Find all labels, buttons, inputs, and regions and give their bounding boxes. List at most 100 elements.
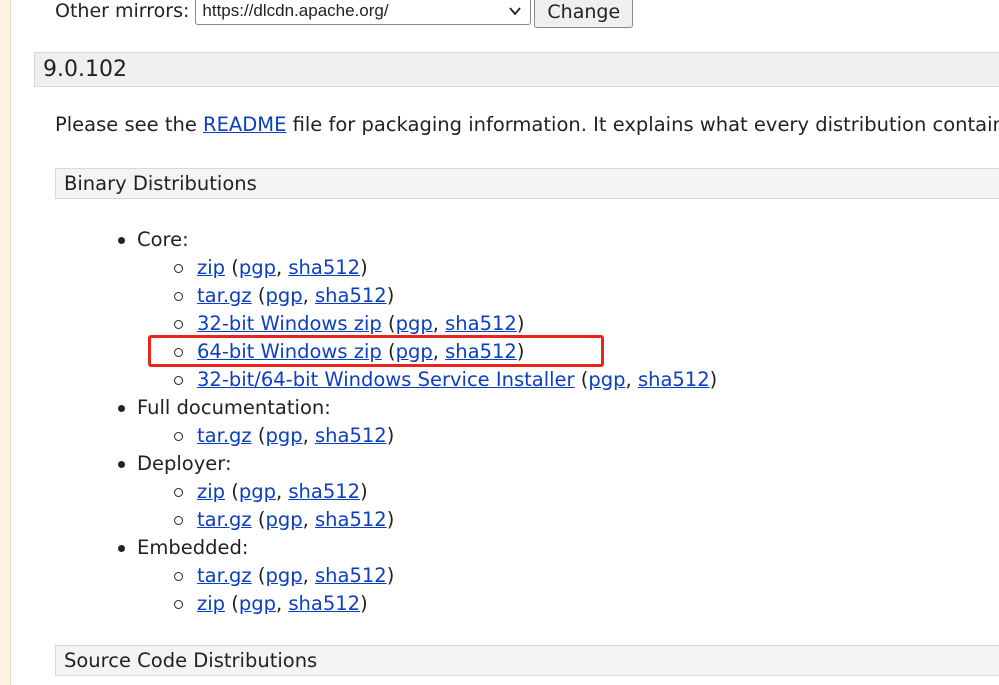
pgp-link[interactable]: pgp (239, 256, 276, 279)
list-punctuation: ( (381, 312, 396, 335)
sha512-link[interactable]: sha512 (288, 592, 360, 615)
list-punctuation: , (625, 368, 638, 391)
binary-distributions-heading: Binary Distributions (55, 168, 999, 199)
sha512-link[interactable]: sha512 (445, 312, 517, 335)
pgp-link[interactable]: pgp (265, 564, 302, 587)
change-mirror-button[interactable]: Change (534, 0, 634, 28)
sha512-link[interactable]: sha512 (315, 508, 387, 531)
list-punctuation: , (275, 256, 289, 279)
download-link[interactable]: tar.gz (197, 284, 252, 307)
list-punctuation: ) (386, 284, 395, 307)
list-punctuation: ) (386, 424, 395, 447)
list-item: zip (pgp, sha512) (174, 254, 368, 282)
list-punctuation: ( (225, 480, 239, 503)
list-punctuation: ( (225, 592, 239, 615)
group-row: Embedded: (118, 534, 249, 562)
intro-text: Please see the README file for packaging… (55, 113, 999, 136)
list-punctuation: ( (251, 284, 266, 307)
list-punctuation: , (432, 312, 446, 335)
download-link[interactable]: zip (197, 592, 225, 615)
circle-bullet-icon (174, 488, 183, 497)
source-code-distributions-heading: Source Code Distributions (55, 645, 999, 676)
list-item: 32-bit/64-bit Windows Service Installer … (174, 366, 718, 394)
list-punctuation: , (432, 340, 446, 363)
group-label: Full documentation: (137, 396, 331, 419)
circle-bullet-icon (174, 572, 183, 581)
pgp-link[interactable]: pgp (265, 284, 302, 307)
chevron-down-icon (509, 7, 522, 16)
sha512-link[interactable]: sha512 (315, 564, 387, 587)
list-punctuation: ) (386, 508, 395, 531)
sha512-link[interactable]: sha512 (288, 256, 360, 279)
list-punctuation: , (302, 424, 315, 447)
bullet-icon (118, 405, 125, 412)
circle-bullet-icon (174, 376, 183, 385)
sha512-link[interactable]: sha512 (288, 480, 360, 503)
list-item: zip (pgp, sha512) (174, 478, 368, 506)
circle-bullet-icon (174, 292, 183, 301)
download-link[interactable]: tar.gz (197, 564, 252, 587)
list-item: tar.gz (pgp, sha512) (174, 562, 394, 590)
list-punctuation: ) (360, 592, 368, 615)
sha512-link[interactable]: sha512 (445, 340, 517, 363)
mirror-select[interactable]: https://dlcdn.apache.org/ (195, 0, 532, 25)
download-link[interactable]: 64-bit Windows zip (197, 340, 382, 363)
intro-before: Please see the (55, 113, 204, 136)
list-item: 32-bit Windows zip (pgp, sha512) (174, 310, 525, 338)
pgp-link[interactable]: pgp (396, 312, 433, 335)
mirror-selector-row: Other mirrors: https://dlcdn.apache.org/… (55, 0, 634, 28)
list-punctuation: , (302, 284, 315, 307)
circle-bullet-icon (174, 348, 183, 357)
list-item: zip (pgp, sha512) (174, 590, 368, 618)
list-punctuation: ) (360, 256, 368, 279)
circle-bullet-icon (174, 320, 183, 329)
list-punctuation: ( (251, 508, 266, 531)
circle-bullet-icon (174, 600, 183, 609)
list-punctuation: ( (251, 424, 266, 447)
circle-bullet-icon (174, 264, 183, 273)
mirrors-label: Other mirrors: (55, 0, 190, 22)
group-row: Core: (118, 226, 189, 254)
readme-link[interactable]: README (203, 113, 286, 136)
pgp-link[interactable]: pgp (265, 424, 302, 447)
circle-bullet-icon (174, 516, 183, 525)
list-punctuation: ( (381, 340, 396, 363)
bullet-icon (118, 461, 125, 468)
sha512-link[interactable]: sha512 (315, 424, 387, 447)
list-punctuation: , (302, 508, 315, 531)
group-row: Full documentation: (118, 394, 331, 422)
download-link[interactable]: 32-bit/64-bit Windows Service Installer (197, 368, 575, 391)
list-punctuation: ) (360, 480, 368, 503)
group-label: Core: (137, 228, 189, 251)
mirror-select-value: https://dlcdn.apache.org/ (202, 1, 389, 20)
bullet-icon (118, 545, 125, 552)
download-link[interactable]: tar.gz (197, 508, 252, 531)
list-item: tar.gz (pgp, sha512) (174, 422, 395, 450)
list-punctuation: ( (225, 256, 239, 279)
list-punctuation: ) (709, 368, 718, 391)
download-link[interactable]: zip (197, 256, 225, 279)
sha512-link[interactable]: sha512 (638, 368, 710, 391)
list-punctuation: , (275, 480, 289, 503)
version-heading: 9.0.102 (34, 52, 999, 87)
intro-after: file for packaging information. It expla… (286, 113, 999, 136)
sha512-link[interactable]: sha512 (315, 284, 387, 307)
group-label: Deployer: (137, 452, 232, 475)
list-punctuation: ( (251, 564, 266, 587)
pgp-link[interactable]: pgp (588, 368, 625, 391)
list-punctuation: ) (516, 340, 525, 363)
page-margin-strip (0, 0, 11, 685)
pgp-link[interactable]: pgp (396, 340, 433, 363)
pgp-link[interactable]: pgp (239, 592, 276, 615)
download-link[interactable]: tar.gz (197, 424, 252, 447)
group-label: Embedded: (137, 536, 249, 559)
list-punctuation: ( (574, 368, 589, 391)
list-punctuation: ) (516, 312, 525, 335)
list-punctuation: , (275, 592, 289, 615)
pgp-link[interactable]: pgp (265, 508, 302, 531)
pgp-link[interactable]: pgp (239, 480, 276, 503)
download-link[interactable]: zip (197, 480, 225, 503)
list-item: tar.gz (pgp, sha512) (174, 506, 395, 534)
download-link[interactable]: 32-bit Windows zip (197, 312, 382, 335)
list-item: 64-bit Windows zip (pgp, sha512) (174, 338, 525, 366)
